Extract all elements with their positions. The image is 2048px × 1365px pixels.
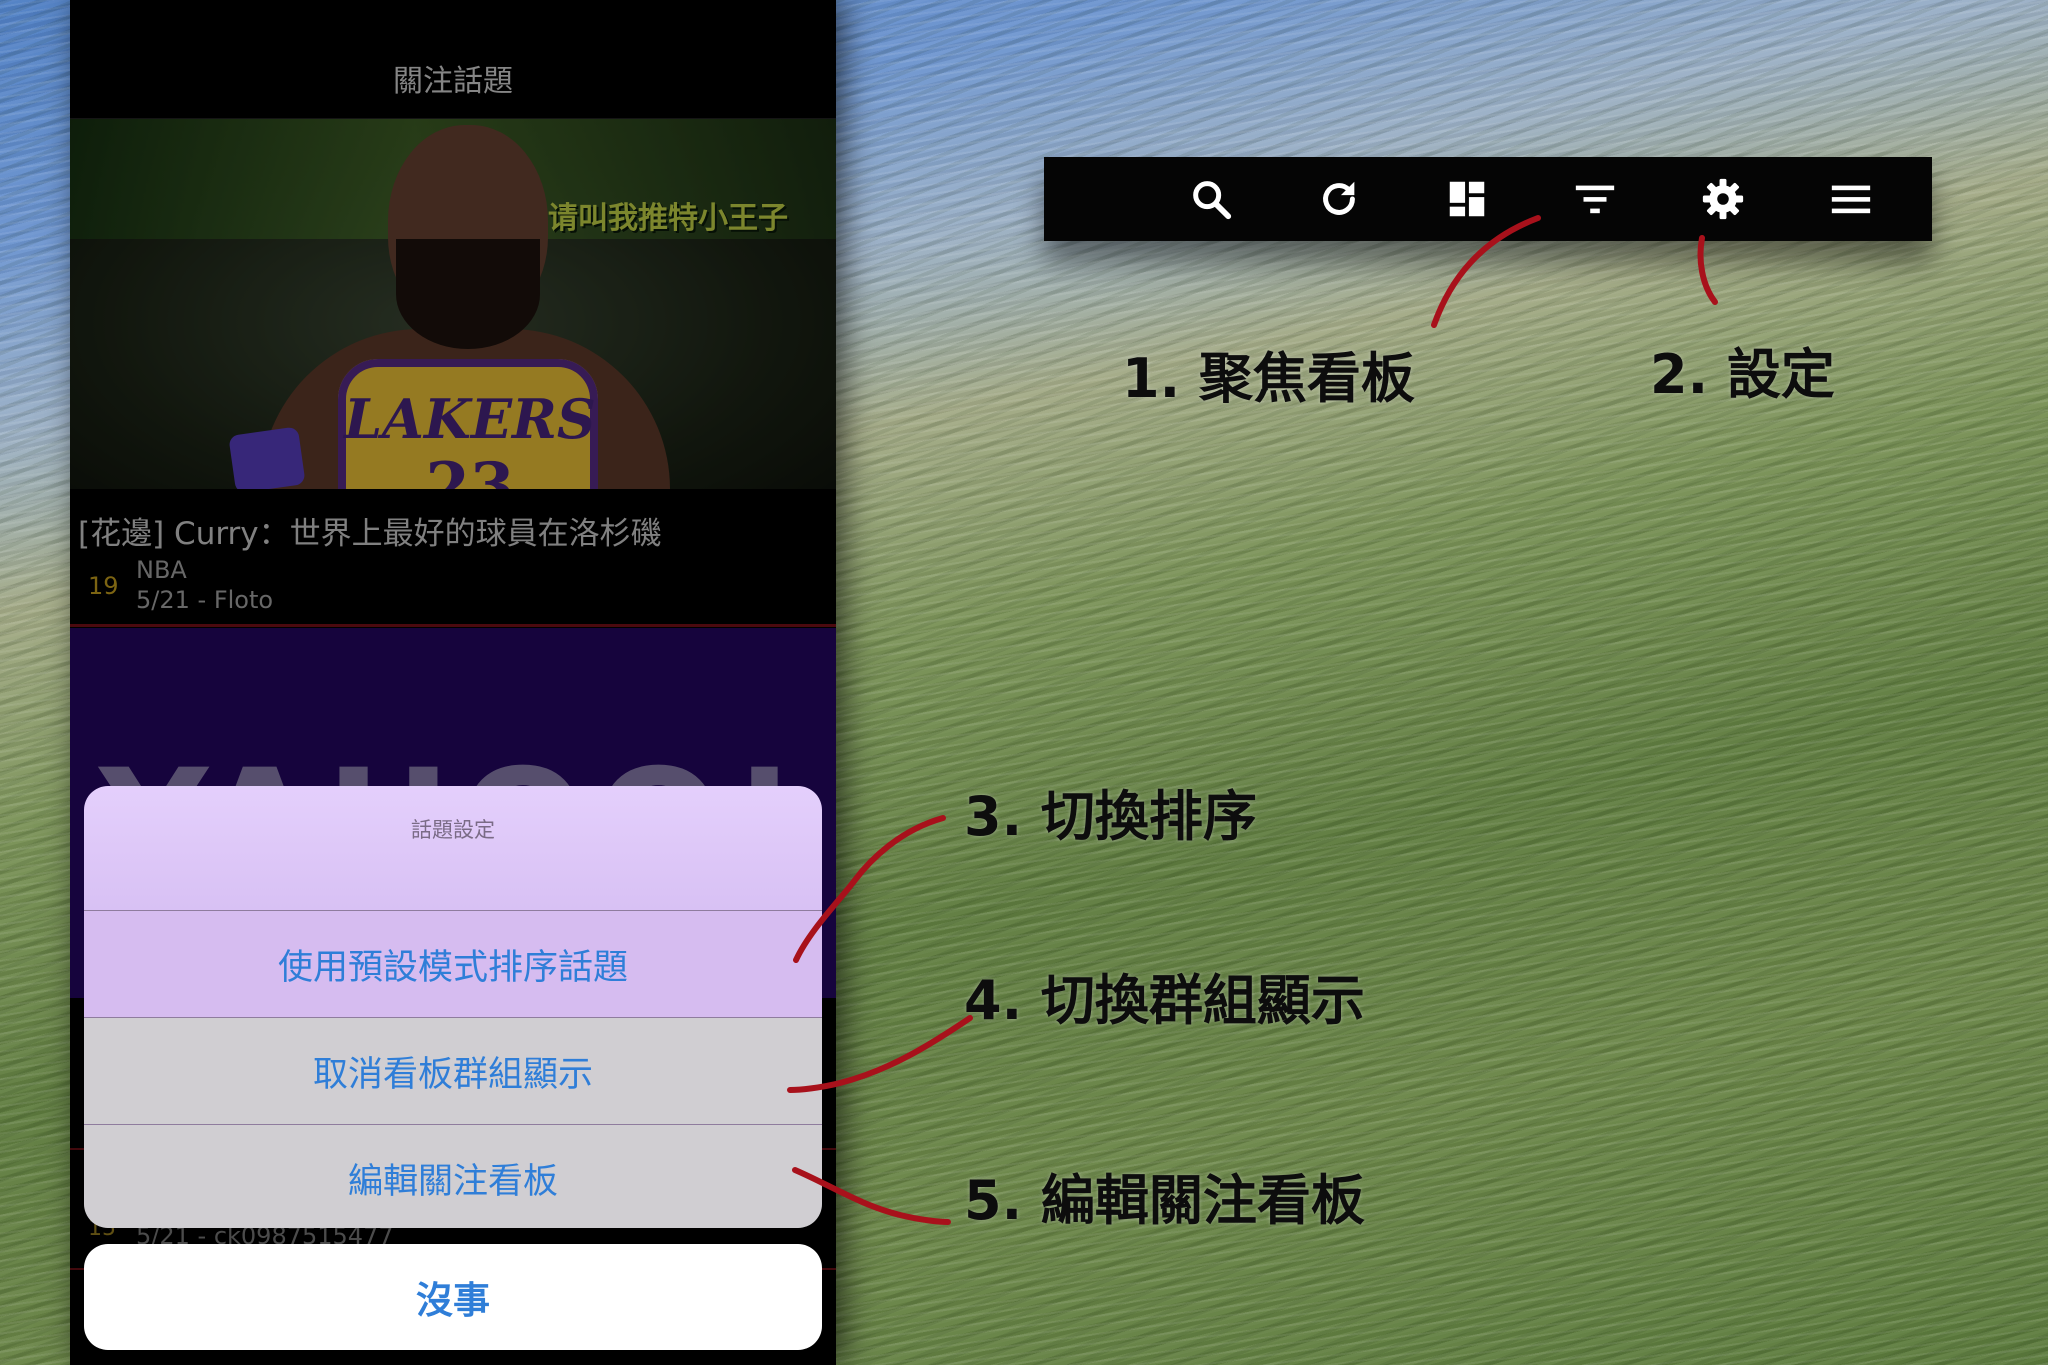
menu-button[interactable] xyxy=(1806,157,1896,241)
gear-icon xyxy=(1702,178,1744,220)
annotation-toggle-sort: 3. 切換排序 xyxy=(964,785,1257,848)
search-icon xyxy=(1193,181,1232,220)
action-sheet: 話題設定 使用預設模式排序話題 取消看板群組顯示 編輯關注看板 xyxy=(84,786,822,1228)
grid-button[interactable] xyxy=(1422,157,1512,241)
refresh-icon xyxy=(1323,181,1355,215)
filter-button[interactable] xyxy=(1550,157,1640,241)
edit-followed-boards-button[interactable]: 編輯關注看板 xyxy=(84,1125,822,1228)
cancel-group-display-button[interactable]: 取消看板群組顯示 xyxy=(84,1018,822,1124)
annotation-toggle-group: 4. 切換群組顯示 xyxy=(964,969,1365,1032)
filter-icon xyxy=(1575,185,1615,214)
search-button[interactable] xyxy=(1166,157,1256,241)
sort-default-button[interactable]: 使用預設模式排序話題 xyxy=(84,911,822,1017)
toolbar xyxy=(1044,157,1932,241)
menu-icon xyxy=(1831,185,1871,214)
annotation-edit-boards: 5. 編輯關注看板 xyxy=(964,1169,1365,1232)
cancel-button[interactable]: 沒事 xyxy=(84,1244,822,1350)
grid-icon xyxy=(1449,181,1485,217)
phone-screen: 關注話題 LAKERS 23 请叫我推特小王子 [花邊] Curry：世界上最好… xyxy=(70,0,836,1365)
annotation-settings: 2. 設定 xyxy=(1650,343,1835,406)
annotation-focus-board: 1. 聚焦看板 xyxy=(1122,347,1415,410)
settings-button[interactable] xyxy=(1678,157,1768,241)
refresh-button[interactable] xyxy=(1294,157,1384,241)
action-sheet-header: 話題設定 xyxy=(84,786,822,910)
action-sheet-title: 話題設定 xyxy=(411,818,495,842)
